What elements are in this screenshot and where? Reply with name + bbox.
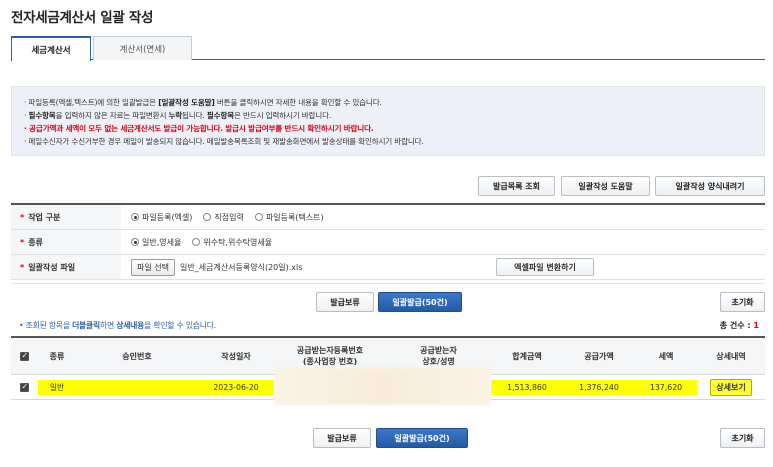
- bulk-issue-button[interactable]: 일괄발급(50건): [378, 292, 462, 312]
- notice-line-2: · 필수항목을 입력하지 않은 자료는 파일변환시 누락됩니다. 필수항목은 반…: [24, 111, 332, 120]
- reset-button[interactable]: 초기화: [720, 292, 765, 312]
- table-row[interactable]: 일반 2023-06-20 1,513,860 1,376,240 137,62…: [11, 368, 765, 405]
- work-type-row: * 작업 구분 파일등록(엑셀) 직접입력 파일등록(텍스트): [11, 205, 765, 230]
- invoice-grid: 종류 승인번호 작성일자 공급받는자등록번호 (종사업장 번호) 공급받는자 상…: [11, 336, 765, 405]
- row-date: 2023-06-20: [198, 379, 274, 395]
- tab-tax-invoice[interactable]: 세금계산서: [11, 36, 91, 61]
- col-detail: 상세내역: [716, 351, 746, 361]
- excel-convert-button[interactable]: 엑셀파일 변환하기: [496, 258, 594, 276]
- col-approval-no: 승인번호: [122, 351, 152, 361]
- radio-icon: [254, 213, 263, 221]
- redacted-area: [274, 368, 491, 405]
- radio-icon: [192, 238, 201, 246]
- col-buyer-name-sub: 상호/성명: [422, 357, 455, 366]
- tab-bar: 세금계산서 계산서(면세): [11, 36, 765, 61]
- list-query-button[interactable]: 발급목록 조회: [478, 176, 555, 196]
- col-total: 합계금액: [512, 351, 542, 361]
- radio-icon: [203, 213, 212, 221]
- radio-checked-icon: [131, 213, 139, 221]
- grid-hint: • 조회된 항목을 더블클릭하면 상세내용을 확인할 수 있습니다.: [19, 321, 216, 330]
- col-kind: 종류: [49, 351, 65, 361]
- file-choose-button[interactable]: 파일 선택: [131, 258, 175, 276]
- kind-general-radio[interactable]: 일반,영세율: [131, 237, 181, 248]
- divider: [11, 283, 765, 284]
- work-type-text-radio[interactable]: 파일등록(텍스트): [254, 212, 324, 223]
- reset-button-bottom[interactable]: 초기화: [720, 428, 765, 448]
- work-type-label: 작업 구분: [28, 212, 61, 222]
- bulk-issue-button-bottom[interactable]: 일괄발급(50건): [376, 428, 468, 448]
- file-name: 일반_세금계산서등록양식(20일).xls: [179, 262, 303, 272]
- col-date: 작성일자: [221, 351, 251, 361]
- total-count: 총 건수 : 1: [719, 321, 759, 330]
- kind-label: 종류: [28, 237, 43, 247]
- row-kind: 일반: [38, 379, 76, 395]
- notice-box: · 파일등록(엑셀,텍스트)에 의한 일괄발급은 [일괄작성 도움말] 버튼을 …: [11, 86, 765, 156]
- row-tax: 137,620: [635, 379, 697, 395]
- select-all-checkbox[interactable]: [20, 350, 29, 361]
- col-buyer-reg-sub: (종사업장 번호): [302, 357, 358, 366]
- work-type-direct-radio[interactable]: 직접입력: [203, 212, 244, 223]
- col-buyer-name: 공급받는자: [420, 346, 457, 355]
- download-form-button[interactable]: 일괄작성 양식내려기: [655, 176, 765, 196]
- kind-consign-radio[interactable]: 위수탁,위수탁영세율: [192, 237, 272, 248]
- help-button[interactable]: 일괄작성 도움말: [561, 176, 650, 196]
- work-type-excel-radio[interactable]: 파일등록(엑셀): [131, 212, 192, 223]
- notice-line-1: · 파일등록(엑셀,텍스트)에 의한 일괄발급은 [일괄작성 도움말] 버튼을 …: [24, 98, 382, 107]
- row-approval-no: [76, 379, 198, 395]
- notice-line-4: · 메일수신자가 수신거부한 경우 메일이 발송되지 않습니다. 메일발송목록조…: [24, 137, 424, 146]
- notice-line-3: · 공급가액과 세액이 모두 없는 세금계산서도 발급이 가능합니다. 발급시 …: [24, 124, 374, 133]
- file-label: 일괄작성 파일: [28, 262, 76, 272]
- hold-button-bottom[interactable]: 발급보류: [313, 428, 371, 448]
- col-supply: 공급가액: [584, 351, 614, 361]
- row-supply: 1,376,240: [563, 379, 635, 395]
- form-table: * 작업 구분 파일등록(엑셀) 직접입력 파일등록(텍스트) * 종류 일반,영세…: [11, 203, 765, 280]
- row-checkbox[interactable]: [20, 381, 29, 392]
- col-buyer-reg: 공급받는자등록번호: [296, 346, 364, 355]
- kind-row: * 종류 일반,영세율 위수탁,위수탁영세율: [11, 230, 765, 255]
- tab-invoice-exempt[interactable]: 계산서(면세): [93, 36, 192, 60]
- hold-button[interactable]: 발급보류: [316, 292, 374, 312]
- page-title: 전자세금계산서 일괄 작성: [11, 10, 154, 26]
- col-tax: 세액: [658, 351, 674, 361]
- radio-checked-icon: [131, 238, 139, 246]
- detail-view-button[interactable]: 상세보기: [710, 378, 752, 396]
- row-total: 1,513,860: [491, 379, 563, 395]
- file-row: * 일괄작성 파일 파일 선택 일반_세금계산서등록양식(20일).xls 엑셀파…: [11, 255, 765, 280]
